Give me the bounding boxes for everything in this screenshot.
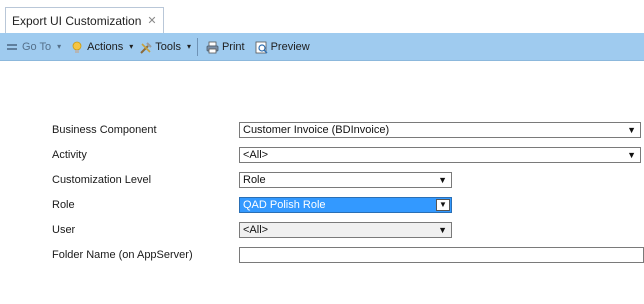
chevron-down-icon: ▾: [57, 42, 62, 51]
user-value: <All>: [243, 224, 269, 236]
preview-button[interactable]: Preview: [255, 41, 310, 53]
toolbar: Go To ▾ Actions ▾ Tools ▾ Print Preview: [0, 33, 644, 61]
print-label: Print: [221, 40, 245, 53]
printer-icon: [206, 41, 219, 53]
chevron-down-icon: ▾: [186, 42, 191, 51]
user-label: User: [52, 224, 76, 236]
tab-export-ui-customization[interactable]: Export UI Customization ✕: [5, 7, 164, 34]
goto-button[interactable]: Go To ▾: [6, 41, 61, 53]
customization-level-select[interactable]: Role ▼: [239, 172, 452, 188]
business-component-select[interactable]: Customer Invoice (BDInvoice) ▼: [239, 122, 641, 138]
close-icon[interactable]: ✕: [147, 15, 156, 27]
folder-name-label: Folder Name (on AppServer): [52, 249, 193, 261]
chevron-down-icon: ▼: [438, 225, 447, 235]
preview-icon: [255, 41, 268, 53]
role-label: Role: [52, 199, 75, 211]
tools-label: Tools: [155, 40, 181, 53]
tools-button[interactable]: Tools ▾: [139, 40, 191, 54]
tab-title: Export UI Customization: [12, 14, 142, 28]
activity-select[interactable]: <All> ▼: [239, 147, 641, 163]
user-select[interactable]: <All> ▼: [239, 222, 452, 238]
lightbulb-icon: [71, 41, 83, 53]
actions-label: Actions: [87, 40, 124, 53]
customization-level-value: Role: [243, 174, 266, 186]
activity-label: Activity: [52, 149, 87, 161]
toolbar-divider: [196, 37, 198, 56]
activity-value: <All>: [243, 149, 269, 161]
chevron-down-icon: ▾: [129, 42, 134, 51]
print-button[interactable]: Print: [206, 41, 245, 53]
chevron-down-icon: ▼: [627, 150, 636, 160]
export-form: Business Component Customer Invoice (BDI…: [0, 61, 644, 304]
preview-label: Preview: [270, 40, 310, 53]
chevron-down-icon: ▼: [438, 175, 447, 185]
goto-icon: [6, 41, 18, 53]
tab-strip: Export UI Customization ✕: [0, 0, 644, 34]
business-component-value: Customer Invoice (BDInvoice): [243, 124, 390, 136]
business-component-label: Business Component: [52, 124, 157, 136]
role-value: QAD Polish Role: [243, 199, 326, 211]
customization-level-label: Customization Level: [52, 174, 152, 186]
folder-name-input[interactable]: [239, 247, 644, 263]
chevron-down-icon: ▼: [627, 125, 636, 135]
goto-label: Go To: [22, 40, 52, 53]
chevron-down-icon[interactable]: ▼: [436, 199, 450, 211]
tools-icon: [139, 41, 152, 54]
actions-button[interactable]: Actions ▾: [71, 41, 133, 53]
role-select[interactable]: QAD Polish Role ▼: [239, 197, 452, 213]
